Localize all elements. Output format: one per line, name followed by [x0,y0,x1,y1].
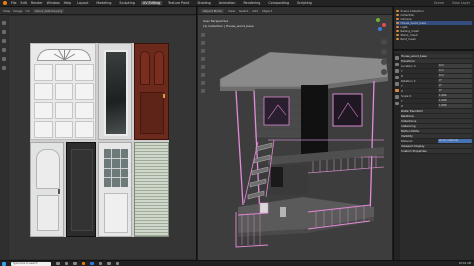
annotate-tool-icon[interactable] [2,66,6,70]
tab-rendering[interactable]: Rendering [242,1,263,5]
mail-icon[interactable] [98,261,102,266]
browser-icon[interactable] [73,261,77,266]
location-z-field[interactable]: 0 m [438,74,472,78]
world-tab-icon[interactable] [395,82,399,86]
properties-editor: House_wood_base Transform Location X0 m … [401,54,474,154]
render-tab-icon[interactable] [395,62,399,66]
properties-tabs [394,53,400,260]
image-editor: View Image UV doors_texture.png [0,7,197,260]
dark-door-texture [66,142,96,237]
tab-animation[interactable]: Animation [217,1,238,5]
window-door-texture [98,142,132,237]
blender-taskbar-icon[interactable] [81,261,85,266]
windows-start-icon[interactable] [2,261,6,266]
image-editor-toolbar [0,15,8,260]
scale-y-field[interactable]: 1.000 [438,99,472,103]
tab-modeling[interactable]: Modeling [94,1,113,5]
outliner: Scene Collection Collection Camera House… [394,7,474,51]
object-tab-icon[interactable] [395,88,399,92]
rotate-tool-icon[interactable] [2,48,6,52]
modifier-tab-icon[interactable] [395,95,399,99]
store-icon[interactable] [107,261,111,266]
pan-icon[interactable] [381,49,387,55]
menu-help[interactable]: Help [64,1,72,5]
menu-edit[interactable]: Edit [21,1,27,5]
blender-logo-icon[interactable] [3,1,7,5]
camera-view-icon[interactable] [381,59,387,65]
house-model[interactable] [198,7,392,260]
image-editor-menu-view[interactable]: View [3,9,10,13]
ortho-toggle-icon[interactable] [381,69,387,75]
output-tab-icon[interactable] [395,69,399,73]
scene-selector[interactable]: Scene [434,1,444,5]
viewport-nav-buttons [381,39,387,75]
glass-door-texture [98,43,132,140]
location-y-field[interactable]: 0 m [438,69,472,73]
material-tab-icon[interactable] [395,101,399,105]
zoom-icon[interactable] [381,39,387,45]
clock[interactable]: 10:42 AM [459,262,471,265]
taskbar-search[interactable]: Type here to search [11,261,51,266]
image-editor-header: View Image UV doors_texture.png [0,7,196,15]
file-explorer-icon[interactable] [64,261,68,266]
scale-x-field[interactable]: 1.000 [438,94,472,98]
3d-viewport[interactable]: Object Mode View Select Add Object User … [198,7,392,260]
material-field[interactable]: wood_material [438,139,472,143]
tab-compositing[interactable]: Compositing [266,1,291,5]
garage-door-texture [30,43,96,140]
garage-panels [34,64,94,138]
music-icon[interactable] [115,261,119,266]
task-view-icon[interactable] [56,261,60,266]
menu-file[interactable]: File [11,1,17,5]
tab-uv-editing[interactable]: UV Editing [140,1,163,5]
outliner-row[interactable]: Roof_mesh [396,37,472,41]
image-name-field[interactable]: doors_texture.png [32,8,65,13]
shutter-door-texture [134,142,169,237]
right-panel: Scene Collection Collection Camera House… [393,7,474,260]
location-x-field[interactable]: 0 m [438,64,472,68]
top-menu-bar: File Edit Render Window Help Layout Mode… [0,0,474,7]
rotation-z-field[interactable]: 0° [438,89,472,93]
taskbar: Type here to search 10:42 AM [0,260,474,266]
image-editor-menu-uv[interactable]: UV [26,9,30,13]
fan-window [37,49,91,61]
tab-scripting[interactable]: Scripting [295,1,314,5]
scene-tab-icon[interactable] [395,75,399,79]
image-editor-menu-image[interactable]: Image [13,9,22,13]
select-tool-icon[interactable] [2,21,6,25]
scale-z-field[interactable]: 1.000 [438,104,472,108]
wooden-door-texture [134,43,169,140]
door-texture-atlas[interactable] [30,43,169,237]
tool-tab-icon[interactable] [395,56,399,60]
tab-texture-paint[interactable]: Texture Paint [166,1,191,5]
tab-shading[interactable]: Shading [195,1,212,5]
menu-window[interactable]: Window [47,1,60,5]
white-door-texture [30,142,64,237]
tab-layout[interactable]: Layout [75,1,90,5]
rotation-y-field[interactable]: 0° [438,84,472,88]
tab-sculpting[interactable]: Sculpting [117,1,136,5]
view-layer-selector[interactable]: View Layer [452,1,470,5]
cursor-tool-icon[interactable] [2,30,6,34]
move-tool-icon[interactable] [2,39,6,43]
photoshop-icon[interactable] [90,261,94,266]
navigation-gizmo[interactable] [372,17,388,33]
scale-tool-icon[interactable] [2,57,6,61]
menu-render[interactable]: Render [31,1,43,5]
rotation-x-field[interactable]: 0° [438,79,472,83]
custom-properties-section[interactable]: Custom Properties [401,149,472,154]
